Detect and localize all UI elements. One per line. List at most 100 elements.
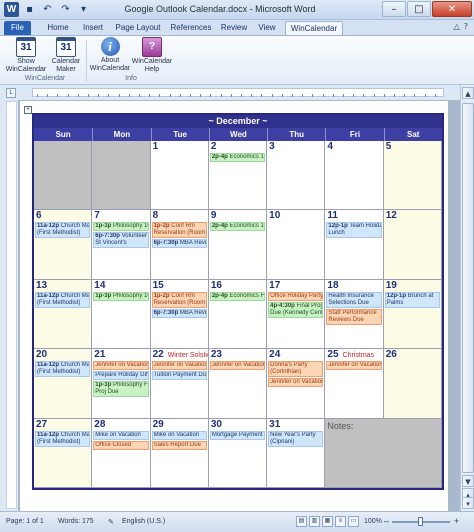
day-cell[interactable]: 23 Jennifer on Vacation: [208, 349, 268, 419]
calendar-event[interactable]: Health Insurance Selections Due: [326, 291, 382, 308]
day-cell[interactable]: 81p-2p Conf RmReservation (Room C3)6p-7:…: [150, 210, 209, 280]
calendar-event[interactable]: Mortgage Payment Due: [209, 430, 266, 440]
day-cell[interactable]: 1311a-12p Church Mass(First Methodist): [34, 279, 93, 350]
redo-icon[interactable]: ↷: [58, 2, 73, 17]
day-cell[interactable]: 611a-12p Church Mass(First Methodist): [34, 210, 93, 280]
calendar-event[interactable]: Mike on Vacation: [151, 430, 207, 440]
day-cell[interactable]: 5: [383, 141, 442, 211]
day-cell[interactable]: 25 Christmas Jennifer on Vacation: [325, 349, 384, 419]
calendar-event[interactable]: 1p-3p Philosophy 101: [93, 291, 149, 301]
calendar-event[interactable]: Office Holiday Party: [268, 291, 324, 301]
tab-home[interactable]: Home: [41, 21, 75, 35]
calendar-event[interactable]: New Year's Party (Cipriani): [268, 430, 324, 447]
print-layout-icon[interactable]: ▤: [296, 516, 307, 527]
show-wincalendar-button[interactable]: 31 Show WinCalendar: [4, 37, 48, 74]
maximize-button[interactable]: □: [407, 1, 431, 17]
calendar-event[interactable]: 4p-4:30p Final ProjectDue (Kennedy Cente…: [268, 301, 324, 318]
calendar-event[interactable]: Tuition Payment Due: [151, 371, 207, 381]
calendar-event[interactable]: 11a-12p Church Mass(First Methodist): [35, 222, 91, 239]
proofing-icon[interactable]: ✎: [108, 518, 114, 526]
tab-review[interactable]: Review: [217, 21, 251, 35]
day-cell[interactable]: 1: [150, 141, 209, 211]
close-button[interactable]: ✕: [432, 1, 472, 17]
about-wincalendar-button[interactable]: i About WinCalendar: [88, 37, 132, 73]
calendar-event[interactable]: 6p-7:30p Volunteer atSt Vincent's: [93, 232, 149, 249]
day-cell[interactable]: 92p-4p Economics 101: [208, 210, 268, 280]
day-cell[interactable]: 12: [383, 210, 442, 280]
calendar-event[interactable]: 11a-12p Church Mass(First Methodist): [35, 291, 91, 308]
day-cell[interactable]: 2711a-12p Church Mass(First Methodist): [34, 418, 93, 488]
day-cell[interactable]: 2011a-12p Church Mass(First Methodist): [34, 349, 93, 419]
word-count[interactable]: Words: 175: [58, 518, 94, 525]
calendar-event[interactable]: 6p-7:30p MBA Review: [151, 239, 207, 249]
day-cell[interactable]: 30Mortgage Payment Due: [208, 418, 268, 488]
calendar-event[interactable]: 2p-4p Economics Final: [209, 291, 266, 301]
language-indicator[interactable]: English (U.S.): [122, 518, 165, 525]
undo-icon[interactable]: ↶: [40, 2, 55, 17]
calendar-event[interactable]: Prepare Holiday Gifts: [93, 371, 149, 381]
tab-file[interactable]: File: [4, 21, 31, 35]
draft-view-icon[interactable]: ▭: [348, 516, 359, 527]
day-cell[interactable]: 24 Donna's Party (Corinthian) Jennifer on V…: [267, 349, 326, 419]
calendar-event[interactable]: 2p-4p Economics 101: [209, 222, 266, 232]
tab-insert[interactable]: Insert: [76, 21, 110, 35]
day-cell[interactable]: 1112p-1p Team Holiday Lunch: [325, 210, 384, 280]
minimize-ribbon-icon[interactable]: △: [454, 22, 460, 31]
empty-day-cell[interactable]: [34, 141, 93, 211]
calendar-event[interactable]: 1p-2p Conf RmReservation (Room C3): [151, 222, 207, 239]
scrollbar-thumb[interactable]: [462, 103, 474, 473]
day-cell[interactable]: 4: [325, 141, 384, 211]
calendar-event[interactable]: 12p-1p Team Holiday Lunch: [326, 222, 382, 239]
calendar-event[interactable]: 1p-2p Conf RmReservation (Room C3): [151, 291, 207, 308]
calendar-event[interactable]: Jennifer on Vacation: [151, 361, 207, 371]
vertical-scrollbar[interactable]: ▲ ▼ ▴ ▾: [460, 85, 474, 511]
tab-selector-icon[interactable]: L: [6, 88, 16, 98]
minimize-button[interactable]: –: [382, 1, 406, 17]
calendar-event[interactable]: Office Closed: [93, 440, 149, 450]
day-cell[interactable]: 29 Mike on Vacation Sales Report Due: [150, 418, 209, 488]
calendar-event[interactable]: Jennifer on Vacation: [326, 361, 382, 371]
scroll-down-arrow-icon[interactable]: ▼: [462, 475, 474, 487]
horizontal-ruler[interactable]: [0, 85, 474, 100]
calendar-event[interactable]: 11a-12p Church Mass(First Methodist): [35, 361, 91, 378]
calendar-maker-button[interactable]: 31 Calendar Maker: [44, 37, 88, 74]
day-cell[interactable]: 26: [383, 349, 442, 419]
tab-view[interactable]: View: [252, 21, 282, 35]
day-cell[interactable]: 3: [267, 141, 326, 211]
zoom-in-button[interactable]: +: [454, 516, 459, 526]
table-move-handle-icon[interactable]: +: [24, 106, 32, 114]
notes-cell[interactable]: Notes:: [325, 418, 442, 488]
tab-page-layout[interactable]: Page Layout: [112, 21, 164, 35]
calendar-event[interactable]: Jennifer on Vacation: [209, 361, 266, 371]
calendar-event[interactable]: Donna's Party (Corinthian): [268, 361, 324, 378]
help-icon[interactable]: ?: [464, 22, 468, 31]
zoom-slider-thumb[interactable]: [418, 517, 423, 526]
web-layout-icon[interactable]: ▦: [322, 516, 333, 527]
day-cell[interactable]: 22p-4p Economics 101: [208, 141, 268, 211]
day-cell[interactable]: 151p-2p Conf RmReservation (Room C3)6p-7…: [150, 279, 209, 350]
day-cell[interactable]: 21 Jennifer on Vacation Prepare Holiday Gi…: [92, 349, 151, 419]
page-count[interactable]: Page: 1 of 1: [6, 518, 44, 525]
day-cell[interactable]: 17 Office Holiday Party 4p-4:30p Final Pro…: [267, 279, 326, 350]
calendar-event[interactable]: Staff Performance Reviews Due: [326, 308, 382, 325]
calendar-event[interactable]: 12p-1p Brunch at Palms: [384, 291, 440, 308]
scroll-up-arrow-icon[interactable]: ▲: [462, 87, 474, 99]
full-screen-reading-icon[interactable]: ▥: [309, 516, 320, 527]
day-cell[interactable]: 31 New Year's Party (Cipriani): [267, 418, 326, 488]
wincalendar-help-button[interactable]: ? WinCalendar Help: [130, 37, 174, 74]
calendar-event[interactable]: 2p-4p Economics 101: [209, 153, 266, 162]
day-cell[interactable]: 22Winter SolsticeJennifer on Vacation Tui…: [150, 349, 209, 419]
calendar-event[interactable]: Mike on Vacation: [93, 430, 149, 440]
tab-wincalendar[interactable]: WinCalendar: [285, 21, 343, 35]
zoom-level[interactable]: 100%: [364, 518, 382, 525]
day-cell[interactable]: 141p-3p Philosophy 101: [92, 279, 151, 350]
calendar-event[interactable]: 1p-3p Philosophy 101: [93, 222, 149, 232]
zoom-out-button[interactable]: –: [384, 516, 389, 526]
next-page-icon[interactable]: ▾: [462, 497, 474, 509]
customize-qat-icon[interactable]: ▾: [76, 2, 91, 17]
calendar-event[interactable]: Jennifer on Vacation: [93, 361, 149, 371]
outline-view-icon[interactable]: ≡: [335, 516, 346, 527]
calendar-event[interactable]: 1p-3p Philosophy FinalProj Due: [93, 381, 149, 398]
calendar-event[interactable]: 11a-12p Church Mass(First Methodist): [35, 430, 91, 447]
tab-references[interactable]: References: [166, 21, 216, 35]
